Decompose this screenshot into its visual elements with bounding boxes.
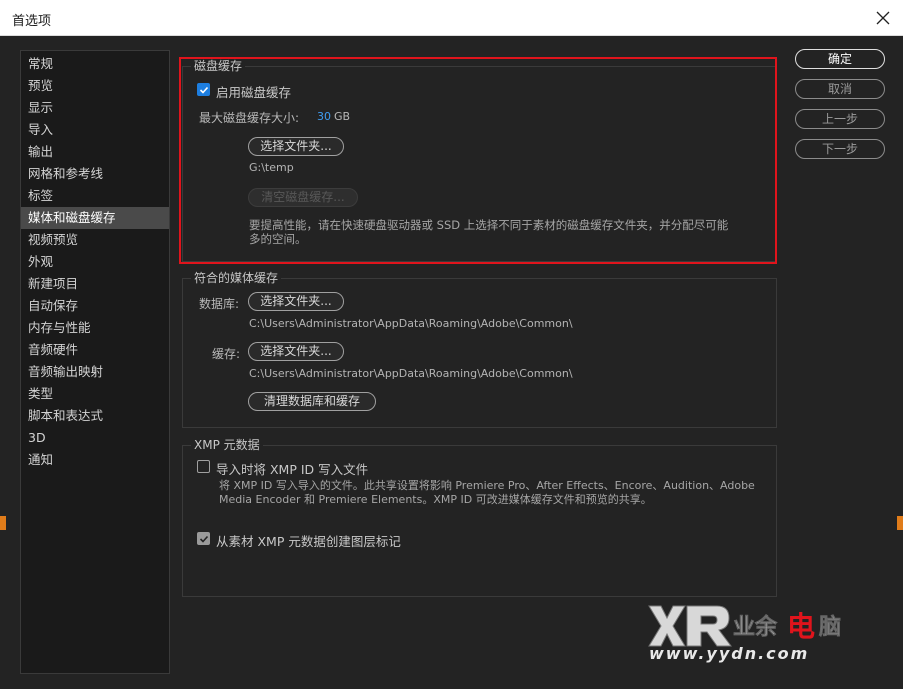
sidebar-item[interactable]: 自动保存	[21, 295, 169, 317]
media-cache-title: 符合的媒体缓存	[191, 271, 282, 285]
xmp-desc-line1: 将 XMP ID 写入导入的文件。此共享设置将影响 Premiere Pro、A…	[219, 479, 755, 492]
category-list: 常规 预览 显示 导入 输出 网格和参考线 标签 媒体和磁盘缓存 视频预览 外观 新建项目 自动保存内…	[20, 50, 170, 674]
watermark-url: www.yydn.com	[649, 644, 810, 663]
disk-cache-choose-folder-button[interactable]: 选择文件夹...	[248, 137, 344, 156]
svg-text:电: 电	[787, 610, 815, 643]
layer-markers-label: 从素材 XMP 元数据创建图层标记	[216, 534, 401, 549]
database-choose-folder-button[interactable]: 选择文件夹...	[248, 292, 344, 311]
sidebar-item[interactable]: 媒体和磁盘缓存	[21, 207, 169, 229]
ok-button[interactable]: 确定	[795, 49, 885, 69]
background-app-edge	[897, 516, 903, 530]
max-size-label: 最大磁盘缓存大小:	[199, 111, 300, 125]
sidebar-item[interactable]: 内存与性能	[21, 317, 169, 339]
close-icon	[876, 11, 890, 25]
write-xmp-id-checkbox[interactable]	[197, 460, 210, 473]
svg-text:业余: 业余	[733, 614, 778, 640]
disk-cache-folder-path: G:\temp	[249, 161, 294, 174]
database-label: 数据库:	[199, 297, 240, 311]
sidebar-item[interactable]: 音频硬件	[21, 339, 169, 361]
close-button[interactable]	[871, 6, 895, 30]
sidebar-item[interactable]: 网格和参考线	[21, 163, 169, 185]
sidebar-item[interactable]: 标签	[21, 185, 169, 207]
watermark-logo: 业余 电 脑 www.yydn.com	[645, 600, 885, 666]
background-app-edge	[0, 516, 6, 530]
max-size-value[interactable]: 30	[317, 110, 331, 123]
sidebar-item[interactable]: 3D	[21, 427, 169, 449]
window-title: 首选项	[12, 14, 52, 29]
cache-path: C:\Users\Administrator\AppData\Roaming\A…	[249, 367, 573, 380]
checkmark-icon	[199, 535, 208, 543]
cache-label: 缓存:	[212, 347, 241, 361]
sidebar-item[interactable]: 视频预览	[21, 229, 169, 251]
layer-markers-checkbox[interactable]	[197, 532, 210, 545]
next-button[interactable]: 下一步	[795, 139, 885, 159]
sidebar-item[interactable]: 输出	[21, 141, 169, 163]
sidebar-item[interactable]: 显示	[21, 97, 169, 119]
enable-disk-cache-label: 启用磁盘缓存	[216, 85, 292, 100]
checkmark-icon	[199, 86, 208, 94]
disk-cache-title: 磁盘缓存	[191, 59, 246, 73]
enable-disk-cache-checkbox[interactable]	[197, 83, 210, 96]
disk-cache-hint-line1: 要提高性能，请在快速硬盘驱动器或 SSD 上选择不同于素材的磁盘缓存文件夹，并分…	[249, 218, 729, 232]
xmp-desc-line2: Media Encoder 和 Premiere Elements。XMP ID…	[219, 493, 652, 506]
sidebar-item[interactable]: 脚本和表达式	[21, 405, 169, 427]
cache-choose-folder-button[interactable]: 选择文件夹...	[248, 342, 344, 361]
max-size-unit: GB	[334, 110, 351, 123]
previous-button[interactable]: 上一步	[795, 109, 885, 129]
cancel-button[interactable]: 取消	[795, 79, 885, 99]
sidebar-item[interactable]: 新建项目	[21, 273, 169, 295]
sidebar-item[interactable]: 通知	[21, 449, 169, 471]
write-xmp-id-label: 导入时将 XMP ID 写入文件	[216, 462, 369, 477]
sidebar-item[interactable]: 音频输出映射	[21, 361, 169, 383]
clean-database-cache-button[interactable]: 清理数据库和缓存	[248, 392, 376, 411]
database-path: C:\Users\Administrator\AppData\Roaming\A…	[249, 317, 573, 330]
title-bar: 首选项	[0, 0, 903, 36]
svg-text:脑: 脑	[819, 614, 841, 640]
preferences-dialog: 常规 预览 显示 导入 输出 网格和参考线 标签 媒体和磁盘缓存 视频预览 外观 新建项目 自动保存内…	[0, 36, 903, 689]
sidebar-item[interactable]: 预览	[21, 75, 169, 97]
sidebar-item[interactable]: 外观	[21, 251, 169, 273]
xmp-title: XMP 元数据	[191, 438, 263, 452]
sidebar-item[interactable]: 导入	[21, 119, 169, 141]
sidebar-item[interactable]: 常规	[21, 53, 169, 75]
clear-disk-cache-button[interactable]: 清空磁盘缓存...	[248, 188, 358, 207]
disk-cache-hint-line2: 多的空间。	[249, 232, 307, 246]
sidebar-item[interactable]: 类型	[21, 383, 169, 405]
